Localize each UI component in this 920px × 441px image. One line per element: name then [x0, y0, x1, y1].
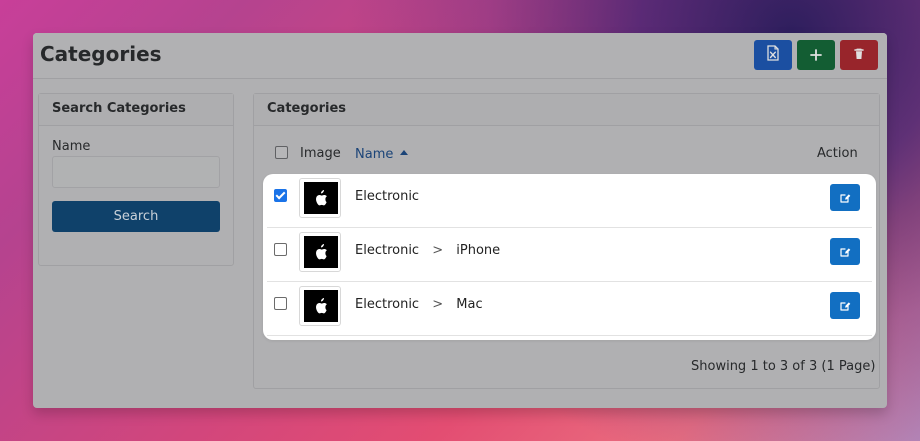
file-excel-icon: [766, 45, 780, 65]
sort-ascending-icon[interactable]: [400, 150, 408, 155]
page-header: Categories: [33, 33, 887, 79]
category-image: [299, 178, 341, 218]
edit-icon: [839, 192, 851, 204]
path-separator: >: [432, 297, 444, 312]
categories-panel-header: Categories: [254, 94, 879, 126]
row-checkbox[interactable]: [274, 243, 287, 256]
row-checkbox[interactable]: [274, 189, 287, 202]
edit-category-button[interactable]: [830, 184, 860, 211]
page-title: Categories: [40, 42, 162, 66]
name-filter-label: Name: [52, 139, 91, 154]
category-segment: Electronic: [355, 297, 420, 312]
name-filter-input[interactable]: [52, 156, 220, 188]
table-header: Image Name Action: [254, 146, 881, 170]
pagination-status: Showing 1 to 3 of 3 (1 Page): [691, 359, 876, 374]
category-segment: iPhone: [456, 243, 501, 258]
select-all-checkbox[interactable]: [275, 146, 288, 159]
category-segment: Electronic: [355, 243, 420, 258]
category-segment: Electronic: [355, 189, 420, 204]
categories-panel-title: Categories: [267, 101, 347, 116]
edit-category-button[interactable]: [830, 238, 860, 265]
row-divider: [267, 335, 872, 336]
search-button[interactable]: Search: [52, 201, 220, 232]
apple-logo-icon: [314, 297, 328, 315]
edit-icon: [839, 246, 851, 258]
path-separator: >: [432, 243, 444, 258]
edit-category-button[interactable]: [830, 292, 860, 319]
plus-icon: [810, 46, 822, 65]
export-button[interactable]: [754, 40, 792, 70]
trash-icon: [853, 46, 865, 65]
highlighted-category-rows: Electronic Electronic > iPhone Electroni…: [263, 174, 876, 340]
category-image: [299, 286, 341, 326]
category-path: Electronic: [355, 189, 419, 204]
apple-logo-icon: [314, 243, 328, 261]
search-panel-title: Search Categories: [52, 101, 186, 116]
category-segment: Mac: [456, 297, 483, 312]
search-categories-panel: Search Categories Name Search: [38, 93, 234, 266]
category-image: [299, 232, 341, 272]
add-category-button[interactable]: [797, 40, 835, 70]
search-panel-header: Search Categories: [39, 94, 233, 126]
row-checkbox[interactable]: [274, 297, 287, 310]
name-column-header[interactable]: Name: [355, 147, 393, 162]
table-row: Electronic: [263, 174, 876, 228]
table-row: Electronic > iPhone: [263, 228, 876, 282]
table-row: Electronic > Mac: [263, 282, 876, 336]
delete-selected-button[interactable]: [840, 40, 878, 70]
image-column-header: Image: [300, 146, 341, 161]
apple-logo-icon: [314, 189, 328, 207]
action-column-header: Action: [817, 146, 858, 161]
category-path: Electronic > Mac: [355, 297, 483, 312]
category-path: Electronic > iPhone: [355, 243, 500, 258]
edit-icon: [839, 300, 851, 312]
